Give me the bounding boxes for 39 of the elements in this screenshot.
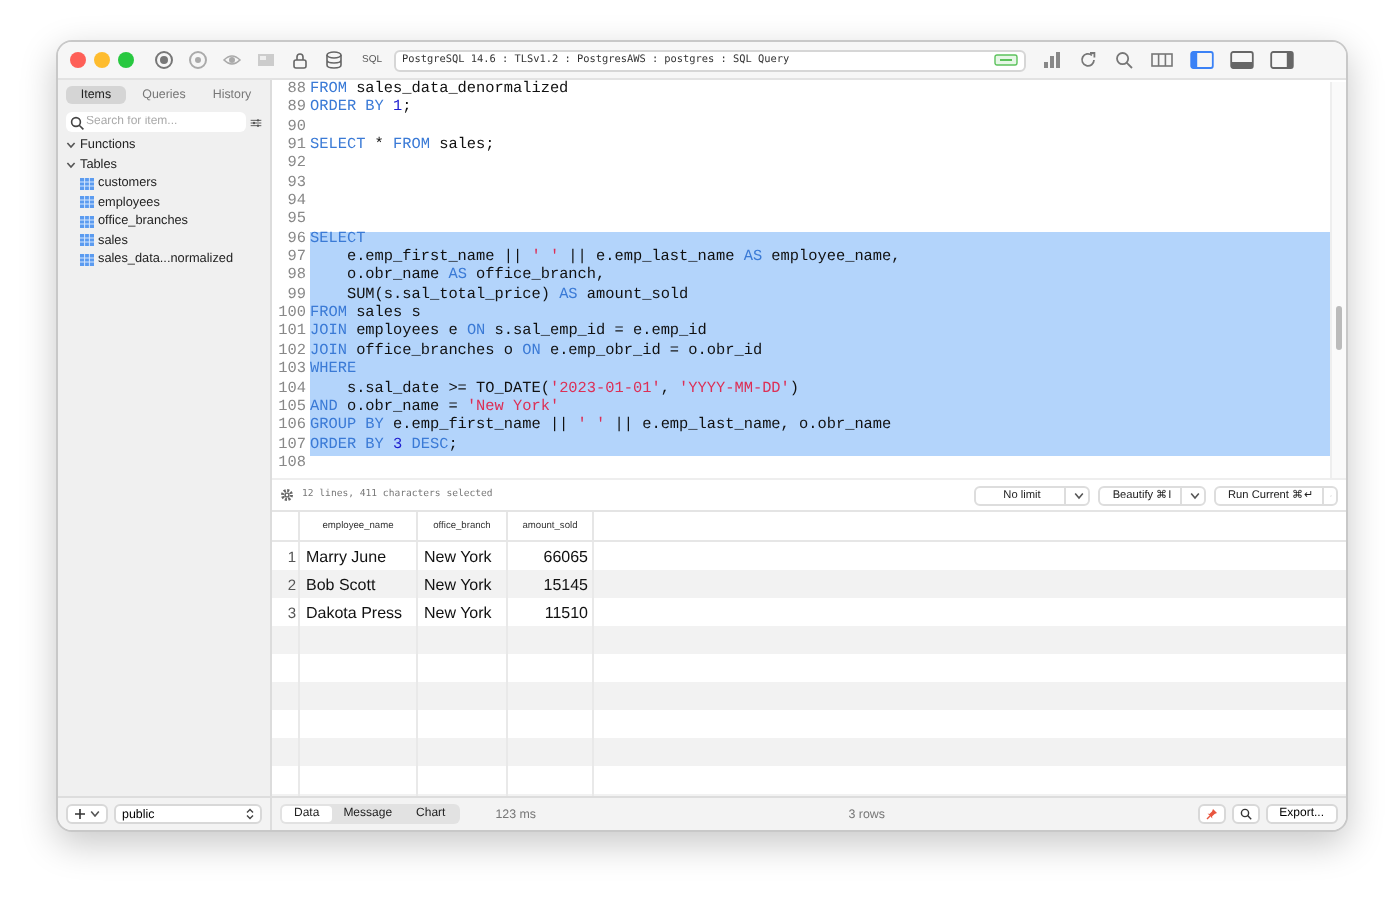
table-cell-text: 66065 <box>541 545 590 569</box>
search-icon[interactable] <box>1114 50 1135 70</box>
eye-icon[interactable] <box>222 50 242 70</box>
pin-icon <box>1205 808 1218 820</box>
scrollbar[interactable] <box>1330 82 1346 478</box>
columns-icon[interactable] <box>1150 50 1175 70</box>
database-icon[interactable] <box>324 50 344 70</box>
stop-icon[interactable] <box>188 50 208 70</box>
plus-icon <box>74 808 86 820</box>
sidebar-toggle-icon[interactable] <box>1190 50 1215 70</box>
table-cell-text: 11510 <box>542 601 590 625</box>
table-icon <box>80 196 94 209</box>
table-cell-text: Bob Scott <box>304 573 378 597</box>
table-icon <box>80 234 94 247</box>
add-button[interactable] <box>66 804 108 824</box>
table-cell-text: New York <box>422 545 494 569</box>
gear-icon[interactable] <box>280 488 294 502</box>
search-icon <box>1239 808 1252 820</box>
filter-icon[interactable] <box>250 115 262 129</box>
environment-badge-icon <box>994 54 1019 66</box>
pin-button[interactable] <box>1197 804 1226 824</box>
updown-icon <box>246 808 254 820</box>
table-cell-text: Dakota Press <box>304 601 405 625</box>
table-cell-text: 15145 <box>541 573 590 597</box>
record-icon[interactable] <box>154 50 174 70</box>
table-cell-text: Marry June <box>304 545 389 570</box>
table-icon <box>80 215 94 228</box>
close-button[interactable] <box>70 52 86 68</box>
chart-icon[interactable] <box>1042 50 1063 70</box>
search-icon <box>70 115 84 129</box>
lock-icon[interactable] <box>290 50 310 70</box>
table-icon <box>80 253 94 266</box>
right-panel-toggle-icon[interactable] <box>1270 50 1295 70</box>
table-cell-text: New York <box>422 573 494 597</box>
bottom-panel-toggle-icon[interactable] <box>1230 50 1255 70</box>
table-icon <box>80 177 94 190</box>
table-cell-text: New York <box>422 601 494 625</box>
refresh-icon[interactable] <box>1078 50 1099 70</box>
search-button[interactable] <box>1231 804 1260 824</box>
